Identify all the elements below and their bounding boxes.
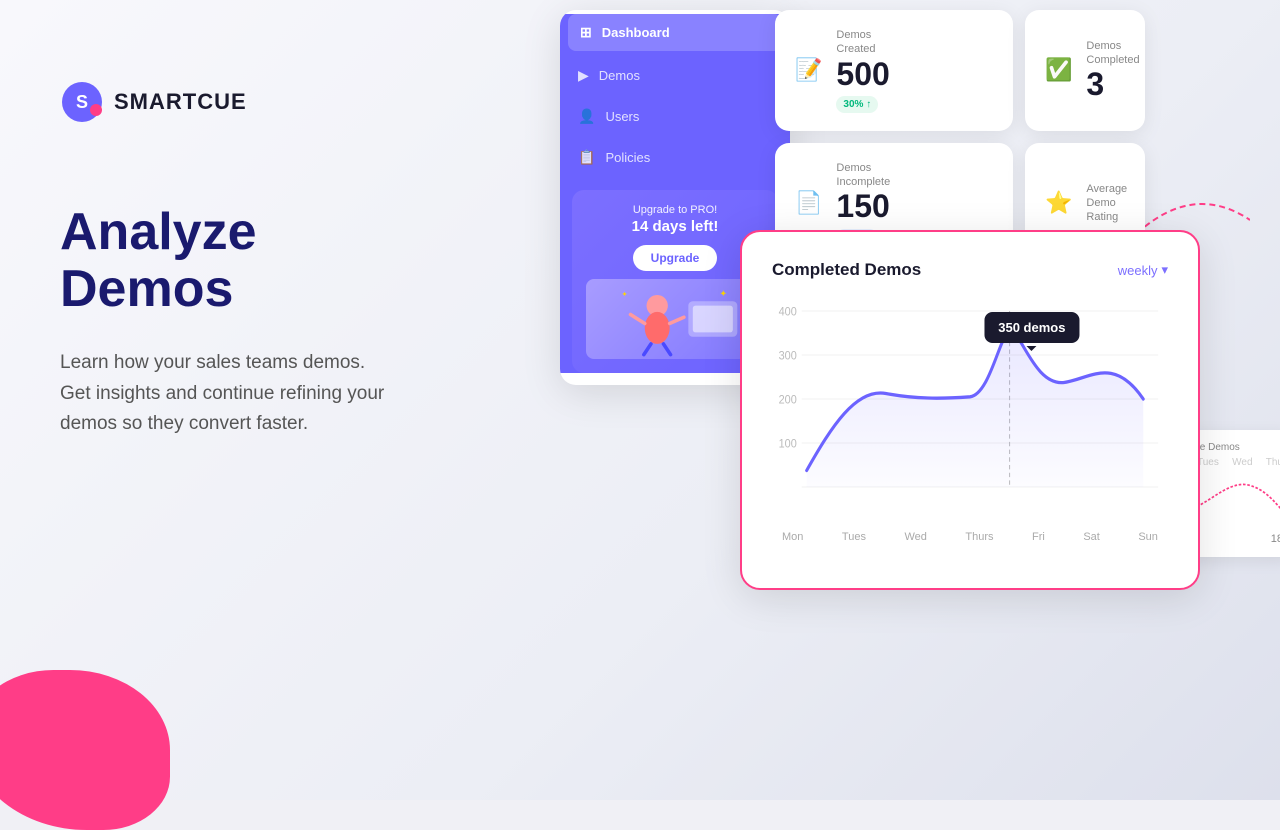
hero-subtext: Learn how your sales teams demos. Get in… <box>60 348 400 439</box>
chevron-down-icon: ▾ <box>1161 262 1168 278</box>
svg-text:✦: ✦ <box>622 291 628 299</box>
dashboard-icon: ⊞ <box>580 24 592 41</box>
demos-created-label: DemosCreated <box>836 28 889 57</box>
policies-icon: 📋 <box>578 149 595 166</box>
svg-text:✦: ✦ <box>720 289 728 299</box>
x-label-fri: Fri <box>1032 531 1045 543</box>
nav-policies-label: Policies <box>605 150 650 165</box>
upgrade-title: Upgrade to PRO! <box>586 204 764 216</box>
sidebar-item-users[interactable]: 👤 Users <box>560 96 790 137</box>
x-label-wed: Wed <box>904 531 926 543</box>
headline-line1: Analyze <box>60 203 257 261</box>
partial-chart-label: te Demos <box>1197 442 1280 453</box>
demos-completed-label: DemosCompleted <box>1086 39 1139 68</box>
chart-header: Completed Demos weekly ▾ <box>772 260 1168 280</box>
demos-incomplete-value: 150 <box>836 189 890 224</box>
chart-title: Completed Demos <box>772 260 921 280</box>
sidebar-item-policies[interactable]: 📋 Policies <box>560 137 790 178</box>
logo-icon: S <box>60 80 104 124</box>
demos-created-icon: 📝 <box>795 57 822 83</box>
stat-card-demos-created: 📝 DemosCreated 500 30% ↑ <box>775 10 1013 131</box>
brand-name: SMARTCUE <box>114 89 247 115</box>
svg-text:400: 400 <box>779 306 797 319</box>
chart-card: Completed Demos weekly ▾ 350 demos 400 3… <box>740 230 1200 590</box>
demos-completed-info: DemosCompleted 3 <box>1086 39 1139 103</box>
avg-rating-icon: ⭐ <box>1045 190 1072 216</box>
chart-x-labels: Mon Tues Wed Thurs Fri Sat Sun <box>772 525 1168 543</box>
chart-filter[interactable]: weekly ▾ <box>1118 262 1168 278</box>
partial-chart-x: TuesWedThu <box>1197 457 1280 468</box>
upgrade-button[interactable]: Upgrade <box>633 245 718 271</box>
sidebar-item-demos[interactable]: ▶ Demos <box>560 55 790 96</box>
headline-line2: Demos <box>60 260 233 318</box>
logo-area: S SMARTCUE <box>60 80 440 124</box>
x-label-sun: Sun <box>1138 531 1158 543</box>
x-label-tues: Tues <box>842 531 866 543</box>
nav-demos-label: Demos <box>599 68 640 83</box>
stats-row-top: 📝 DemosCreated 500 30% ↑ ✅ DemosComplete… <box>775 10 1145 131</box>
users-icon: 👤 <box>578 108 595 125</box>
nav-dashboard-label: Dashboard <box>602 25 670 40</box>
svg-text:200: 200 <box>779 394 797 407</box>
x-label-sat: Sat <box>1083 531 1100 543</box>
demos-completed-icon: ✅ <box>1045 57 1072 83</box>
demos-created-value: 500 <box>836 57 889 92</box>
avg-rating-label: AverageDemo Rating <box>1086 182 1127 225</box>
demos-icon: ▶ <box>578 67 589 84</box>
demos-incomplete-icon: 📄 <box>795 190 822 216</box>
chart-svg: 400 300 200 100 <box>772 300 1168 520</box>
svg-text:300: 300 <box>779 350 797 363</box>
demos-created-info: DemosCreated 500 30% ↑ <box>836 28 889 113</box>
chart-tooltip: 350 demos <box>984 312 1079 343</box>
headline: Analyze Demos <box>60 204 440 318</box>
stat-card-demos-completed: ✅ DemosCompleted 3 <box>1025 10 1145 131</box>
promo-svg: ✦ ✦ <box>586 279 764 359</box>
chart-filter-label: weekly <box>1118 263 1158 278</box>
x-label-mon: Mon <box>782 531 803 543</box>
upgrade-days: 14 days left! <box>586 218 764 235</box>
chart-area: 350 demos 400 300 200 100 <box>772 300 1168 560</box>
x-label-thurs: Thurs <box>965 531 993 543</box>
demos-completed-value: 3 <box>1086 67 1139 102</box>
promo-illustration: ✦ ✦ <box>586 279 764 359</box>
demos-created-badge: 30% ↑ <box>836 96 878 113</box>
svg-text:100: 100 <box>779 438 797 451</box>
demos-incomplete-label: DemosIncomplete <box>836 161 890 190</box>
partial-chart-svg <box>1197 468 1280 528</box>
nav-users-label: Users <box>605 109 639 124</box>
avg-rating-info: AverageDemo Rating <box>1086 182 1127 225</box>
sidebar-item-dashboard[interactable]: ⊞ Dashboard <box>568 14 782 51</box>
svg-text:S: S <box>76 92 88 112</box>
left-section: S SMARTCUE Analyze Demos Learn how your … <box>60 80 440 440</box>
